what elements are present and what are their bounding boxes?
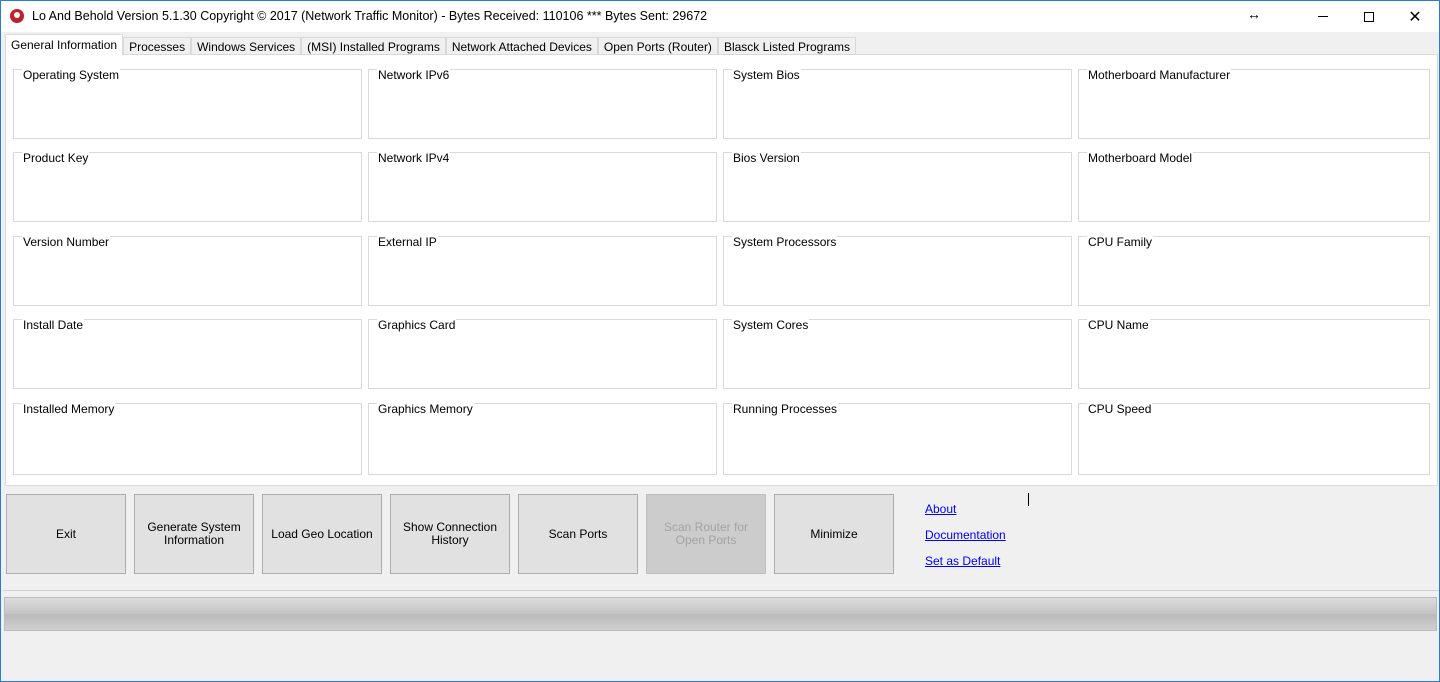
group-label: Motherboard Model [1087,151,1194,165]
set-as-default-link[interactable]: Set as Default [925,554,1000,568]
about-link[interactable]: About [925,502,956,516]
network-ipv6-group: Network IPv6 [368,68,717,139]
group-label: Installed Memory [22,402,116,416]
product-key-group: Product Key [13,151,362,222]
group-label: System Processors [732,235,838,249]
tab-network-attached-devices[interactable]: Network Attached Devices [445,37,598,55]
resize-arrows-icon: ↔ [1247,6,1261,22]
group-label: Graphics Card [377,318,457,332]
group-label: CPU Name [1087,318,1150,332]
group-label: System Cores [732,318,810,332]
load-geo-location-button[interactable]: Load Geo Location [262,494,382,574]
progress-bar [4,597,1437,631]
group-label: External IP [377,235,438,249]
cpu-family-group: CPU Family [1078,235,1430,306]
divider [3,590,1439,591]
group-label: Motherboard Manufacturer [1087,68,1232,82]
group-label: CPU Family [1087,235,1154,249]
exit-button[interactable]: Exit [6,494,126,574]
group-label: Graphics Memory [377,402,474,416]
close-window-button[interactable]: ✕ [1392,1,1438,32]
version-number-group: Version Number [13,235,362,306]
system-cores-group: System Cores [723,318,1072,389]
running-processes-group: Running Processes [723,402,1072,475]
tab-general-information[interactable]: General Information [5,34,124,55]
title-bar[interactable]: Lo And Behold Version 5.1.30 Copyright ©… [1,1,1439,32]
documentation-link[interactable]: Documentation [925,528,1006,542]
text-cursor [1028,493,1029,506]
tab-strip: General Information Processes Windows Se… [5,34,856,55]
network-ipv4-group: Network IPv4 [368,151,717,222]
scan-router-open-ports-button[interactable]: Scan Router for Open Ports [646,494,766,574]
cpu-name-group: CPU Name [1078,318,1430,389]
external-ip-group: External IP [368,235,717,306]
graphics-memory-group: Graphics Memory [368,402,717,475]
group-label: Network IPv4 [377,151,451,165]
group-label: Version Number [22,235,111,249]
tab-msi-installed-programs[interactable]: (MSI) Installed Programs [301,37,446,55]
generate-system-information-button[interactable]: Generate System Information [134,494,254,574]
window-title: Lo And Behold Version 5.1.30 Copyright ©… [32,9,708,23]
maximize-window-button[interactable] [1346,1,1392,32]
group-label: Product Key [22,151,90,165]
graphics-card-group: Graphics Card [368,318,717,389]
system-bios-group: System Bios [723,68,1072,139]
motherboard-model-group: Motherboard Model [1078,151,1430,222]
cpu-speed-group: CPU Speed [1078,402,1430,475]
installed-memory-group: Installed Memory [13,402,362,475]
tab-open-ports-router[interactable]: Open Ports (Router) [597,37,718,55]
scan-ports-button[interactable]: Scan Ports [518,494,638,574]
minimize-button[interactable]: Minimize [774,494,894,574]
bios-version-group: Bios Version [723,151,1072,222]
tab-windows-services[interactable]: Windows Services [191,37,302,55]
system-processors-group: System Processors [723,235,1072,306]
app-logo-icon [10,9,24,23]
group-label: CPU Speed [1087,402,1153,416]
minimize-window-button[interactable] [1300,1,1346,32]
group-label: Network IPv6 [377,68,451,82]
tab-processes[interactable]: Processes [123,37,192,55]
show-connection-history-button[interactable]: Show Connection History [390,494,510,574]
operating-system-group: Operating System [13,68,362,139]
motherboard-manufacturer-group: Motherboard Manufacturer [1078,68,1430,139]
general-information-panel: Operating System Product Key Version Num… [5,54,1438,486]
group-label: Bios Version [732,151,801,165]
close-icon: ✕ [1408,8,1422,26]
group-label: Running Processes [732,402,839,416]
app-window: Lo And Behold Version 5.1.30 Copyright ©… [0,0,1440,682]
install-date-group: Install Date [13,318,362,389]
group-label: Install Date [22,318,85,332]
group-label: System Bios [732,68,801,82]
tab-black-listed-programs[interactable]: Blasck Listed Programs [717,37,856,55]
group-label: Operating System [22,68,121,82]
